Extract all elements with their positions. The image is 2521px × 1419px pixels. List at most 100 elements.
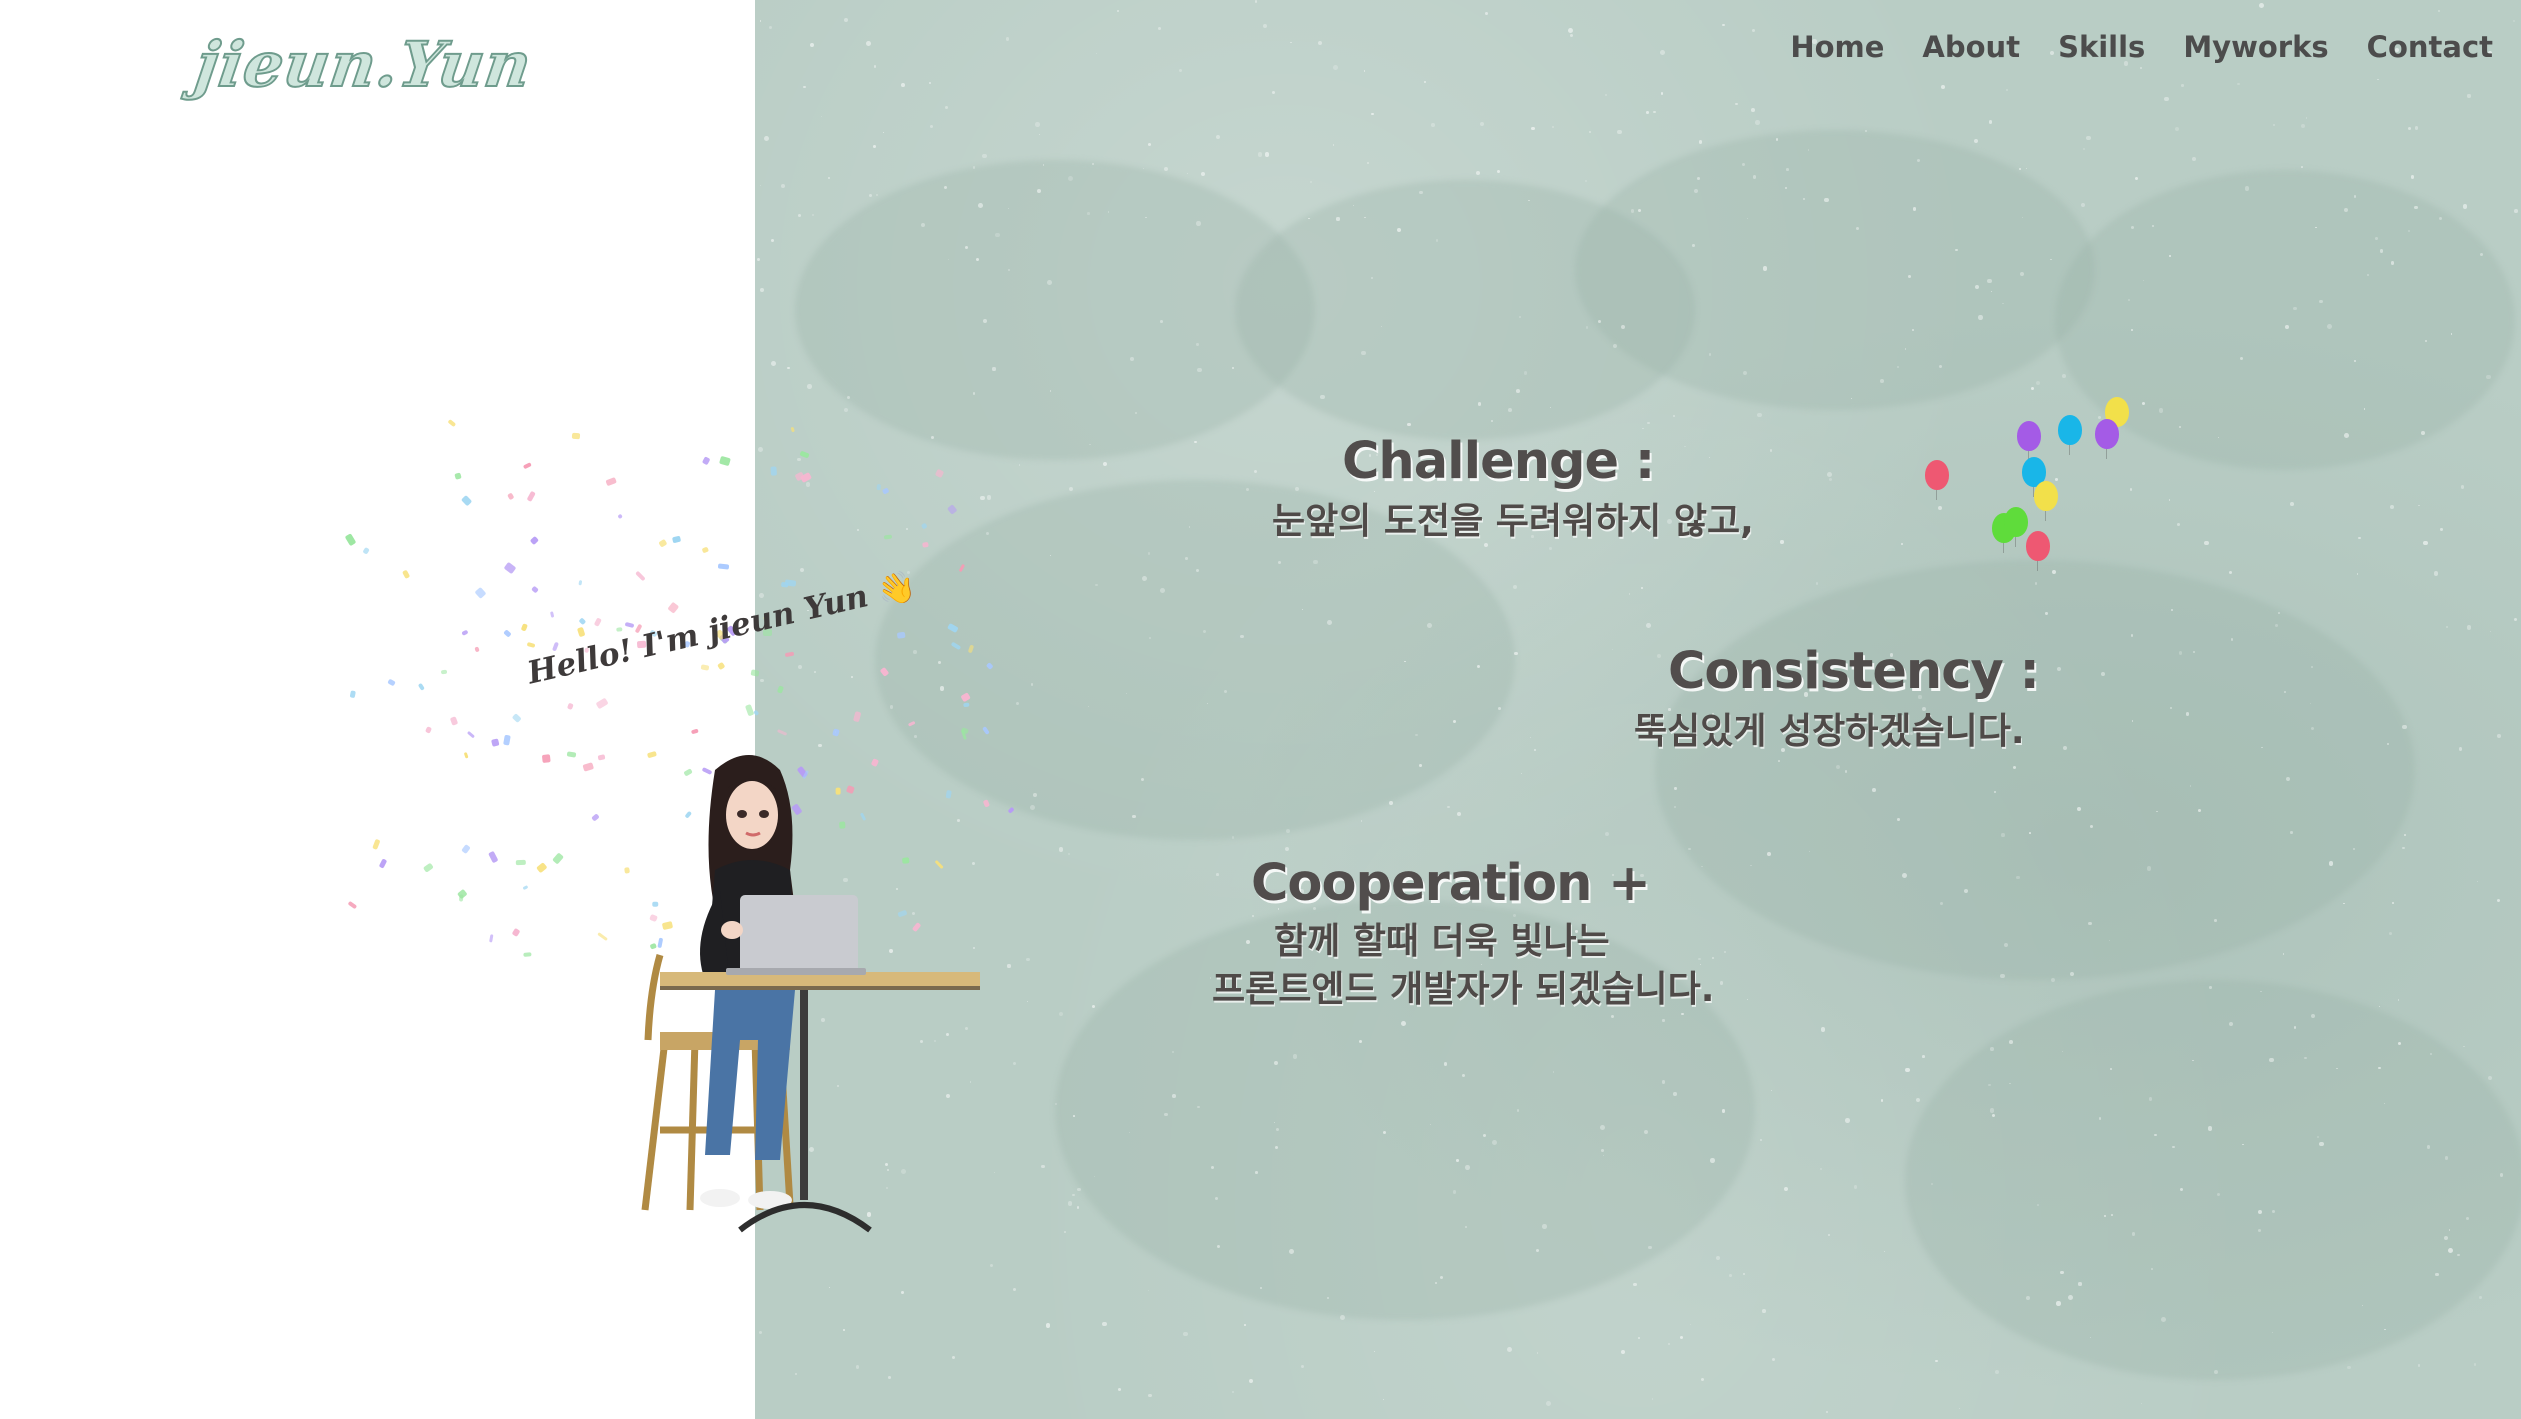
speckle [1646,111,1649,114]
nav-contact[interactable]: Contact [2367,30,2493,64]
speckle [2389,505,2394,510]
speckle [809,42,815,48]
nav-home[interactable]: Home [1790,30,1884,64]
confetti-piece [578,616,587,625]
speckle [1309,181,1312,184]
speckle [1755,120,1760,125]
speckle [2080,202,2086,208]
speckle [2031,387,2035,391]
speckle [901,83,906,87]
speckle [1396,227,1401,233]
speckle [2111,1214,2113,1217]
confetti-piece [879,667,889,678]
speckle [759,19,762,22]
speckle [2051,978,2056,983]
speckle [2135,176,2139,180]
speckle [760,288,764,292]
speckle [1041,1164,1045,1169]
speckle [2377,78,2379,81]
speckle [1039,134,1041,136]
speckle [1035,122,1040,127]
speckle [2003,942,2008,948]
speckle [1978,315,1983,320]
confetti-piece [934,468,944,479]
speckle [1046,1323,1051,1328]
challenge-heading: Challenge : [1342,432,1655,491]
speckle [2158,408,2163,413]
speckle [1883,1251,1885,1253]
speckle [1697,176,1701,180]
speckle [803,85,806,89]
speckle [1012,1287,1017,1292]
confetti-piece [799,450,809,459]
speckle [2006,88,2009,92]
speckle [1612,648,1614,650]
speckle [1974,285,1979,290]
speckle [1404,660,1406,662]
nav-skills[interactable]: Skills [2058,30,2145,64]
speckle [2015,875,2020,880]
speckle [1371,112,1374,116]
confetti-piece [951,641,962,650]
speckle [2192,157,2196,161]
speckle [990,1263,994,1267]
confetti-piece [744,703,755,717]
balloon-purple-icon [2017,421,2041,461]
confetti-piece [551,852,564,865]
confetti-piece [967,644,975,654]
confetti-piece [668,602,680,614]
speckle [1426,623,1432,629]
speckle [1853,1184,1858,1189]
speckle [2169,255,2171,257]
nav-myworks[interactable]: Myworks [2183,30,2328,64]
speckle [1415,733,1418,737]
speckle [2257,1228,2262,1233]
site-logo[interactable]: jieun.Yun [189,27,537,118]
speckle [1604,832,1610,837]
speckle [1753,175,1757,179]
speckle [2289,501,2294,506]
speckle [1475,170,1481,176]
confetti-piece [595,697,609,709]
speckle [2169,706,2172,709]
speckle [2433,571,2439,576]
speckle [2459,747,2463,751]
nav-about[interactable]: About [1922,30,2020,64]
speckle [1689,1323,1691,1326]
speckle [1827,472,1833,477]
speckle [2060,1270,2064,1275]
cooperation-text-line-1: 함께 할때 더욱 빛나는 [1274,921,1610,962]
speckle [1941,84,1945,89]
confetti-piece [582,761,595,772]
speckle [2466,625,2472,630]
speckle [1767,851,1772,856]
speckle [2304,1056,2307,1059]
speckle [2217,436,2219,438]
main-navigation: Home About Skills Myworks Contact [1790,30,2493,64]
confetti-piece [344,533,357,546]
speckle [1589,131,1592,134]
speckle [1515,389,1520,394]
confetti-piece [1007,806,1016,814]
speckle [1586,326,1589,329]
speckle [2001,833,2005,837]
speckle [978,202,983,208]
speckle [1480,121,1485,127]
speckle [1366,161,1370,165]
confetti-piece [577,626,586,637]
speckle [2361,1305,2363,1307]
confetti-piece [512,712,522,723]
speckle [1585,179,1588,183]
speckle [2305,117,2307,119]
speckle [1512,584,1517,589]
confetti-piece [441,669,448,675]
speckle [2154,1133,2157,1137]
speckle [1679,1336,1683,1340]
speckle [1757,413,1762,418]
speckle [1244,1323,1247,1326]
speckle [1989,1046,1994,1051]
confetti-piece [960,693,971,703]
speckle [2447,1247,2453,1253]
balloon-yellow-icon [2034,481,2058,521]
speckle [1262,24,1267,29]
